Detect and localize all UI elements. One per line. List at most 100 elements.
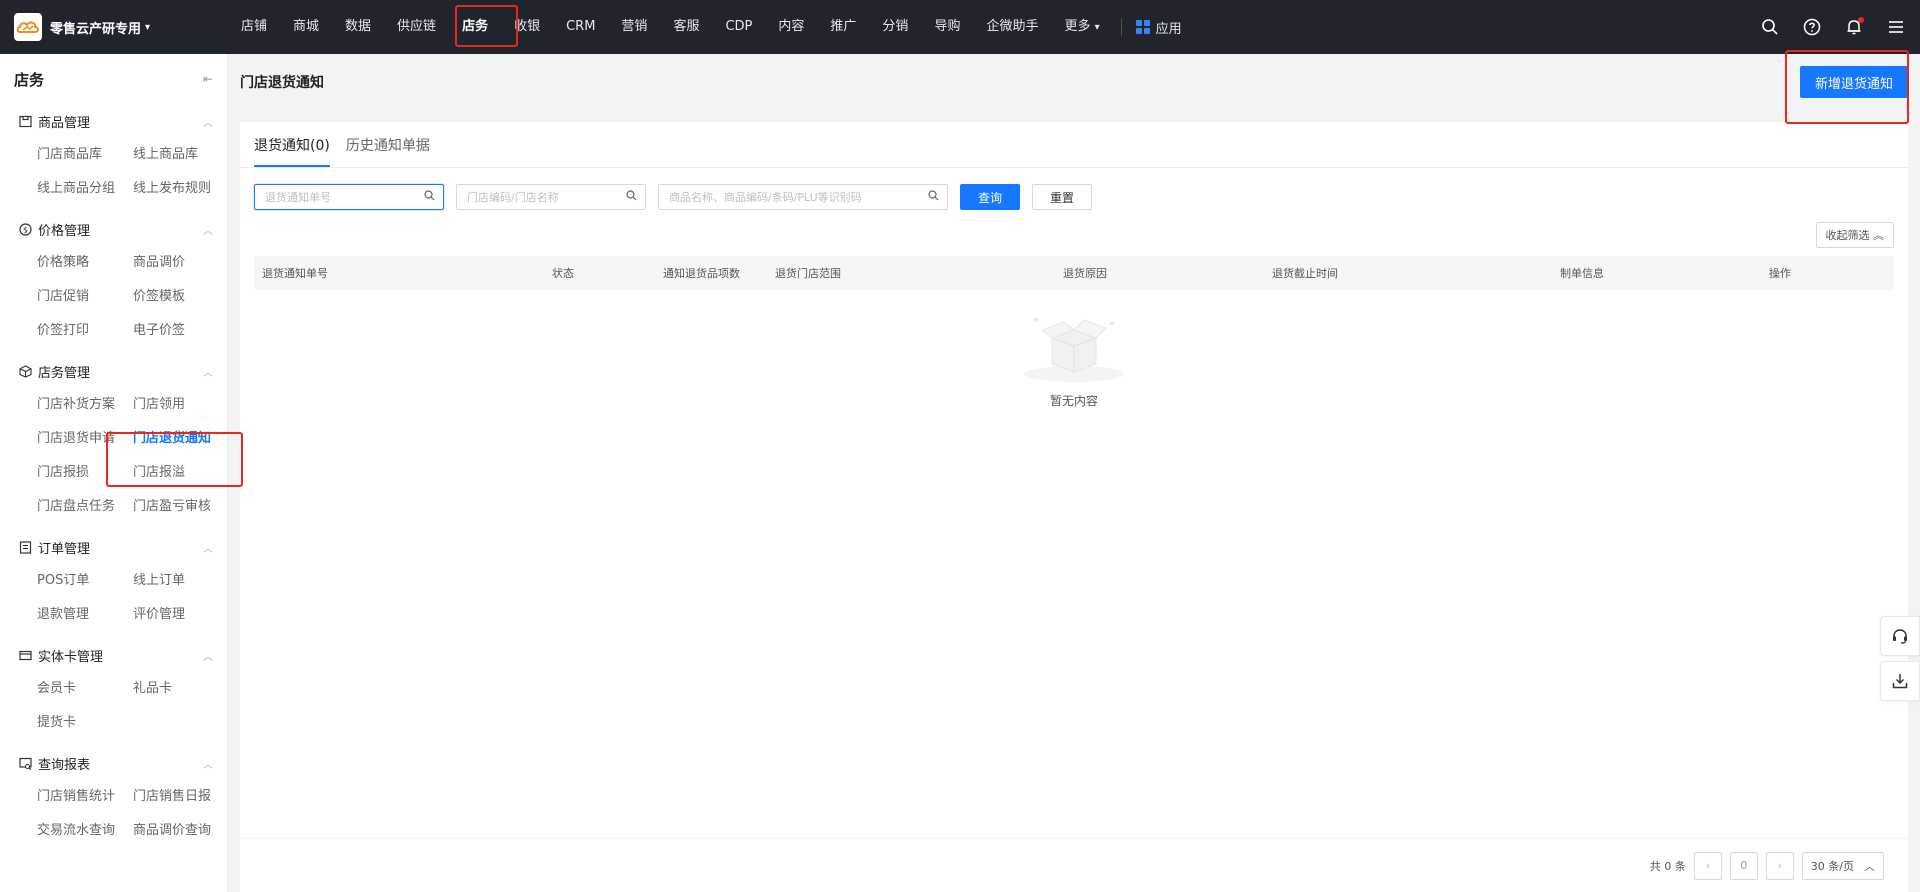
sidebar-group-header[interactable]: 商品管理 ︿ — [0, 104, 227, 138]
nav-item-crm[interactable]: CRM — [553, 0, 608, 54]
reset-button[interactable]: 重置 — [1032, 184, 1093, 210]
pagination-bar: 共 0 条 ‹ 0 › 30 条/页 ︿ — [240, 838, 1908, 892]
prev-page-button[interactable]: ‹ — [1693, 851, 1722, 880]
next-page-button[interactable]: › — [1765, 851, 1794, 880]
sidebar-item[interactable]: 退款管理 — [37, 598, 133, 632]
sidebar-item[interactable]: 门店销售日报 — [133, 780, 227, 814]
sidebar-item[interactable]: 价签模板 — [133, 280, 227, 314]
nav-item-promotion[interactable]: 推广 — [817, 0, 869, 54]
sidebar-group-header[interactable]: 实体卡管理 ︿ — [0, 638, 227, 672]
sidebar-group-store-affairs: 店务管理 ︿ 门店补货方案 门店领用 门店退货申请 门店退货通知 门店报损 门店… — [0, 354, 227, 524]
sidebar-item[interactable]: 商品调价查询 — [133, 814, 227, 848]
nav-item-supply-chain[interactable]: 供应链 — [384, 0, 449, 54]
nav-item-cashier[interactable]: 收银 — [501, 0, 553, 54]
sidebar-item[interactable]: 门店退货申请 — [37, 422, 133, 456]
empty-box-icon — [1024, 318, 1124, 382]
chevron-left-icon: ‹ — [1705, 859, 1710, 872]
sidebar-item[interactable]: 商品调价 — [133, 246, 227, 280]
sidebar-item[interactable]: 门店补货方案 — [37, 388, 133, 422]
sidebar-item[interactable]: 电子价签 — [133, 314, 227, 348]
sidebar-group-header[interactable]: 查询报表 ︿ — [0, 746, 227, 780]
sidebar-group-reports: 查询报表 ︿ 门店销售统计 门店销售日报 交易流水查询 商品调价查询 — [0, 746, 227, 848]
sidebar-item[interactable]: 门店促销 — [37, 280, 133, 314]
nav-item-customer-service[interactable]: 客服 — [660, 0, 712, 54]
nav-item-cdp[interactable]: CDP — [712, 0, 765, 54]
sidebar-header: 店务 ⇤ — [0, 54, 227, 104]
nav-item-distribution[interactable]: 分销 — [869, 0, 921, 54]
sidebar-item[interactable]: 门店盘点任务 — [37, 490, 133, 524]
sidebar-item[interactable]: 会员卡 — [37, 672, 133, 706]
top-right-actions — [1760, 0, 1906, 54]
sidebar-item[interactable]: 价签打印 — [37, 314, 133, 348]
sidebar-group-price: $ 价格管理 ︿ 价格策略 商品调价 门店促销 价签模板 价签打印 电子价签 — [0, 212, 227, 348]
brand-switcher[interactable]: 零售云产研专用 ▾ — [0, 0, 228, 54]
sidebar-item[interactable]: 提货卡 — [37, 706, 133, 740]
download-button[interactable] — [1880, 661, 1920, 701]
page-size-select[interactable]: 30 条/页 ︿ — [1801, 851, 1884, 880]
sidebar-item[interactable]: 线上商品分组 — [37, 172, 133, 206]
store-input[interactable] — [467, 190, 626, 204]
help-icon[interactable] — [1802, 17, 1822, 37]
order-no-input[interactable] — [265, 190, 424, 204]
sidebar-item[interactable]: 门店报溢 — [133, 456, 227, 490]
nav-item-data[interactable]: 数据 — [332, 0, 384, 54]
nav-item-wecom-assistant[interactable]: 企微助手 — [973, 0, 1051, 54]
nav-item-store-affairs[interactable]: 店务 — [449, 0, 501, 54]
sidebar-item[interactable]: 线上商品库 — [133, 138, 227, 172]
sidebar-item[interactable]: 价格策略 — [37, 246, 133, 280]
main-content: 门店退货通知 新增退货通知 退货通知(0) 历史通知单据 查询 重置 收 — [228, 54, 1920, 892]
bell-icon[interactable] — [1844, 17, 1864, 37]
collapse-sidebar-icon[interactable]: ⇤ — [203, 72, 213, 86]
nav-item-content[interactable]: 内容 — [765, 0, 817, 54]
new-return-notice-button[interactable]: 新增退货通知 — [1799, 66, 1908, 98]
sidebar-group-label: 店务管理 — [38, 365, 91, 381]
table-header: 退货通知单号 状态 通知退货品项数 退货门店范围 退货原因 退货截止时间 制单信… — [254, 256, 1894, 290]
sidebar: 店务 ⇤ 商品管理 ︿ 门店商品库 线上商品库 线上商品分组 线上发布规则 $ … — [0, 54, 228, 892]
tab-history-notice[interactable]: 历史通知单据 — [346, 135, 430, 167]
sidebar-item[interactable]: 交易流水查询 — [37, 814, 133, 848]
page-header: 门店退货通知 新增退货通知 — [228, 54, 1920, 110]
chevron-up-icon: ︿ — [1864, 859, 1875, 873]
nav-item-mall[interactable]: 商城 — [280, 0, 332, 54]
query-button[interactable]: 查询 — [960, 184, 1021, 210]
collapse-filter-button[interactable]: 收起筛选 ︽ — [1815, 222, 1894, 248]
sidebar-group-header[interactable]: 订单管理 ︿ — [0, 530, 227, 564]
sidebar-item[interactable]: 门店销售统计 — [37, 780, 133, 814]
page-number-input[interactable]: 0 — [1729, 851, 1758, 880]
nav-item-shop[interactable]: 店铺 — [228, 0, 280, 54]
product-input[interactable] — [669, 190, 928, 204]
sidebar-group-header[interactable]: 店务管理 ︿ — [0, 354, 227, 388]
search-icon[interactable] — [1760, 17, 1780, 37]
sidebar-group-title-wrap: 商品管理 — [18, 112, 90, 131]
chevron-right-icon: › — [1777, 859, 1782, 872]
sidebar-item[interactable]: 门店盈亏审核 — [133, 490, 227, 524]
sidebar-group-title-wrap: 查询报表 — [18, 754, 90, 773]
sidebar-item[interactable]: 门店报损 — [37, 456, 133, 490]
report-icon — [18, 756, 32, 770]
sidebar-item[interactable]: 礼品卡 — [133, 672, 227, 706]
sidebar-item[interactable]: 评价管理 — [133, 598, 227, 632]
sidebar-group-label: 查询报表 — [38, 757, 91, 773]
nav-more-label: 更多 — [1064, 19, 1091, 34]
apps-button[interactable]: 应用 — [1130, 18, 1188, 37]
customer-service-button[interactable] — [1880, 616, 1920, 656]
sidebar-group-header[interactable]: $ 价格管理 ︿ — [0, 212, 227, 246]
sidebar-group-product: 商品管理 ︿ 门店商品库 线上商品库 线上商品分组 线上发布规则 — [0, 104, 227, 206]
chevron-up-icon: ︿ — [203, 367, 213, 379]
sidebar-item[interactable]: 线上发布规则 — [133, 172, 227, 206]
sidebar-item-store-return-notice[interactable]: 门店退货通知 — [133, 422, 227, 456]
svg-text:$: $ — [22, 225, 27, 234]
sidebar-item[interactable]: 线上订单 — [133, 564, 227, 598]
tab-return-notice[interactable]: 退货通知(0) — [254, 135, 330, 167]
column-header: 制单信息 — [1560, 267, 1604, 280]
nav-item-marketing[interactable]: 营销 — [608, 0, 660, 54]
product-icon — [18, 114, 32, 128]
menu-icon[interactable] — [1886, 17, 1906, 37]
sidebar-item[interactable]: POS订单 — [37, 564, 133, 598]
store-search — [456, 184, 646, 210]
cube-icon — [18, 364, 32, 378]
nav-item-shopping-guide[interactable]: 导购 — [921, 0, 973, 54]
nav-item-more[interactable]: 更多 ▾ — [1051, 0, 1112, 54]
sidebar-item[interactable]: 门店领用 — [133, 388, 227, 422]
sidebar-item[interactable]: 门店商品库 — [37, 138, 133, 172]
